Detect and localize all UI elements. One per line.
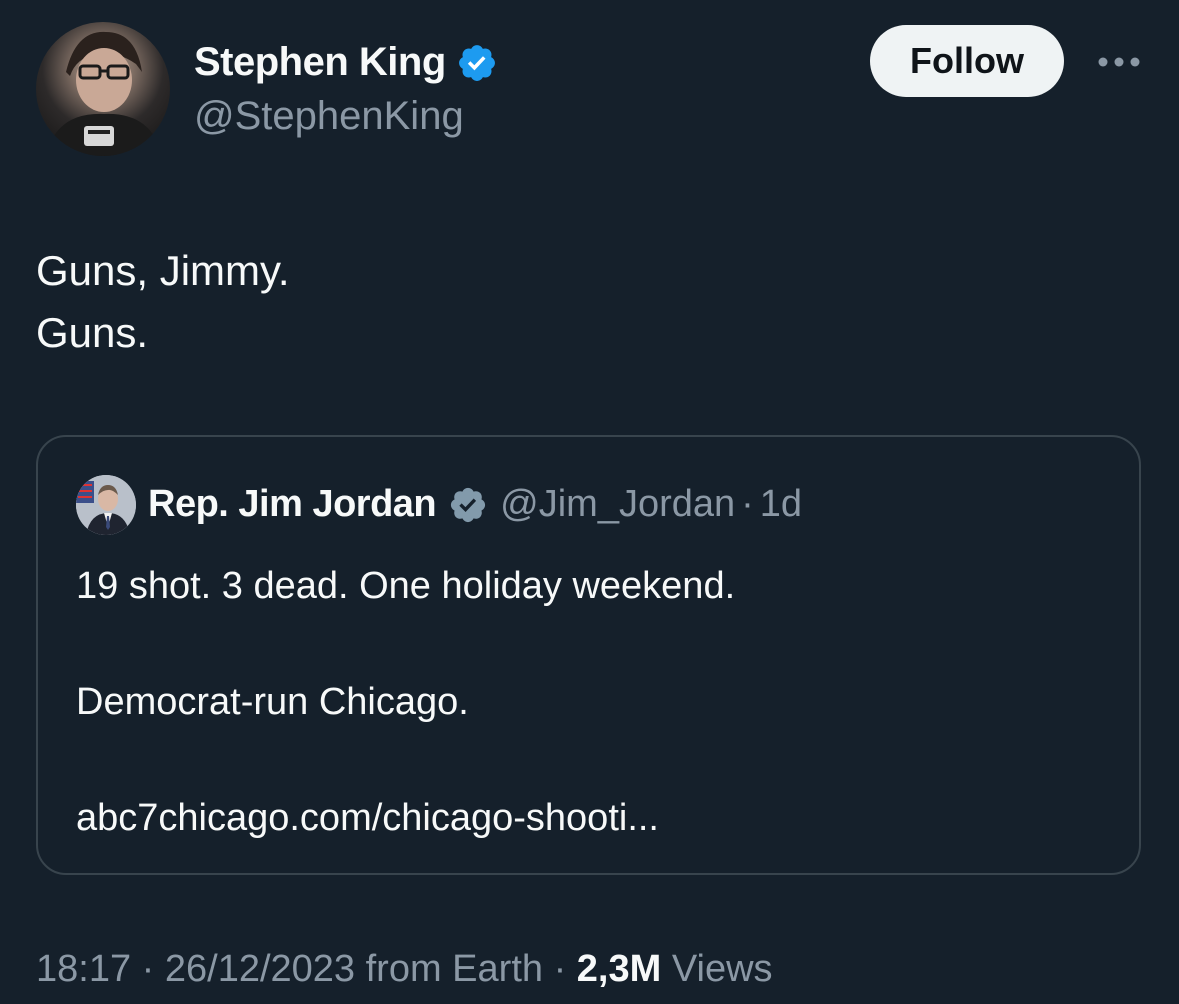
more-dots-icon[interactable]: [1094, 44, 1144, 80]
tweet-meta: 18:17 · 26/12/2023 from Earth · 2,3M Vie…: [36, 948, 773, 991]
quoted-tweet-header: Rep. Jim Jordan @Jim_Jordan · 1d: [148, 483, 802, 526]
separator-dot: ·: [741, 483, 754, 525]
author-name[interactable]: Stephen King: [194, 40, 498, 85]
quoted-author-name[interactable]: Rep. Jim Jordan: [148, 483, 437, 526]
author-avatar[interactable]: [36, 22, 170, 156]
tweet-time[interactable]: 18:17: [36, 948, 131, 990]
tweet-header: Stephen King @StephenKing Follow: [36, 22, 1146, 162]
views-count[interactable]: 2,3M: [577, 948, 661, 990]
quoted-tweet-link[interactable]: abc7chicago.com/chicago-shooti...: [76, 797, 659, 839]
tweet-text-line: Guns, Jimmy.: [36, 247, 290, 294]
gray-verified-badge-icon[interactable]: [448, 485, 488, 525]
quoted-tweet-body: 19 shot. 3 dead. One holiday weekend. De…: [76, 557, 735, 847]
tweet-text: Guns, Jimmy. Guns.: [36, 240, 290, 364]
quoted-author-handle[interactable]: @Jim_Jordan: [500, 483, 735, 526]
quoted-tweet[interactable]: Rep. Jim Jordan @Jim_Jordan · 1d 19 shot…: [36, 435, 1141, 875]
quoted-author-avatar[interactable]: [76, 475, 136, 535]
quoted-tweet-paragraph: Democrat-run Chicago.: [76, 681, 469, 723]
quoted-tweet-time[interactable]: 1d: [760, 483, 802, 526]
separator-dot: ·: [141, 948, 155, 990]
quoted-tweet-paragraph: 19 shot. 3 dead. One holiday weekend.: [76, 565, 736, 607]
verified-badge-icon[interactable]: [456, 42, 498, 84]
tweet-text-line: Guns.: [36, 309, 149, 356]
author-handle[interactable]: @StephenKing: [194, 94, 464, 139]
views-label[interactable]: Views: [672, 948, 773, 990]
tweet-date[interactable]: 26/12/2023: [165, 948, 355, 990]
author-name-text[interactable]: Stephen King: [194, 40, 446, 85]
separator-dot: ·: [553, 948, 567, 990]
follow-button[interactable]: Follow: [870, 25, 1064, 97]
tweet-source: from Earth: [365, 948, 544, 990]
